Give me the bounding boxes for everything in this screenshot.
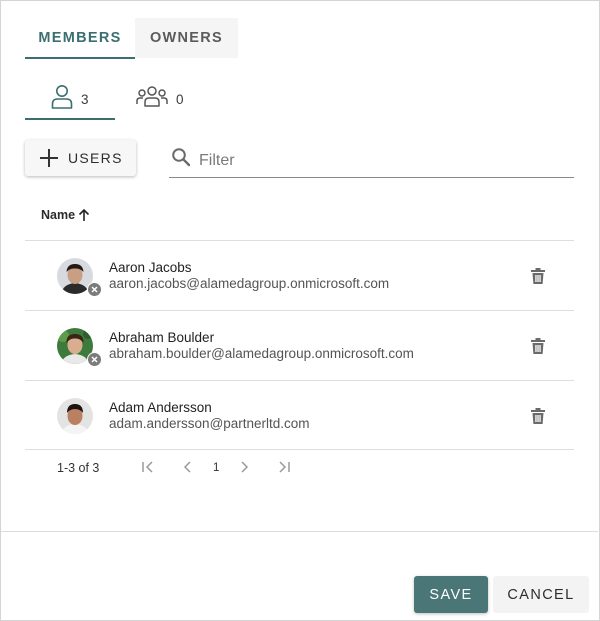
filter-input[interactable]	[197, 150, 561, 171]
member-name: Aaron Jacobs	[109, 260, 192, 275]
plus-icon	[39, 148, 59, 168]
tab-owners[interactable]: OWNERS	[135, 18, 238, 58]
member-name: Abraham Boulder	[109, 330, 215, 345]
member-email: abraham.boulder@alamedagroup.onmicrosoft…	[109, 346, 414, 361]
users-count: 3	[81, 91, 89, 107]
subtab-users[interactable]: 3	[25, 80, 115, 120]
table-row[interactable]: Adam Andersson adam.andersson@partnerltd…	[25, 380, 574, 450]
save-button[interactable]: SAVE	[414, 576, 488, 613]
subtab-groups[interactable]: 0	[135, 80, 205, 118]
cancel-button[interactable]: CANCEL	[493, 576, 589, 613]
delete-icon[interactable]	[529, 267, 547, 290]
filter-field	[169, 144, 574, 178]
next-page-icon[interactable]	[236, 459, 252, 480]
column-header-name[interactable]: Name	[41, 208, 90, 222]
remove-badge-icon[interactable]	[87, 282, 102, 297]
column-header-label: Name	[41, 208, 76, 222]
user-icon	[51, 84, 73, 115]
delete-icon[interactable]	[529, 407, 547, 430]
last-page-icon[interactable]	[276, 459, 292, 480]
table-row[interactable]: Abraham Boulder abraham.boulder@alamedag…	[25, 310, 574, 380]
sort-ascending-icon	[78, 208, 90, 221]
add-users-label: USERS	[68, 150, 123, 166]
member-email: adam.andersson@partnerltd.com	[109, 416, 310, 431]
footer-divider	[1, 531, 598, 532]
member-name: Adam Andersson	[109, 400, 212, 415]
group-icon	[136, 84, 168, 115]
current-page: 1	[213, 462, 220, 474]
pagination-range: 1-3 of 3	[57, 461, 100, 475]
tab-members[interactable]: MEMBERS	[25, 18, 135, 59]
groups-count: 0	[176, 91, 184, 107]
add-users-button[interactable]: USERS	[25, 140, 136, 176]
search-icon	[171, 147, 191, 172]
first-page-icon[interactable]	[140, 459, 156, 480]
remove-badge-icon[interactable]	[87, 352, 102, 367]
table-bottom-divider	[25, 449, 574, 450]
table-row[interactable]: Aaron Jacobs aaron.jacobs@alamedagroup.o…	[25, 240, 574, 310]
avatar	[57, 398, 93, 434]
member-email: aaron.jacobs@alamedagroup.onmicrosoft.co…	[109, 276, 390, 291]
delete-icon[interactable]	[529, 337, 547, 360]
previous-page-icon[interactable]	[180, 459, 196, 480]
